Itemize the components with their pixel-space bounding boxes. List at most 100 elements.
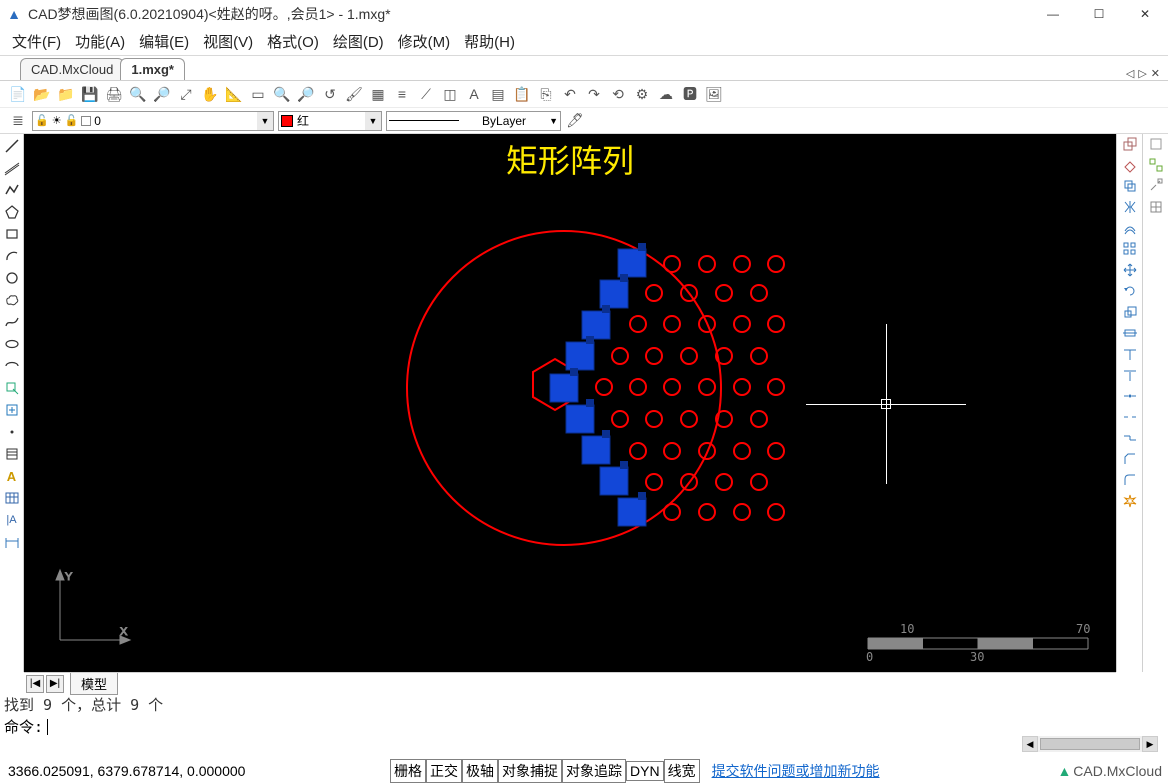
rectangle-tool-icon[interactable] bbox=[2, 224, 22, 244]
tab-active[interactable]: 1.mxg* bbox=[120, 58, 185, 80]
block-icon[interactable]: ◫ bbox=[440, 84, 460, 104]
insert-block-tool-icon[interactable] bbox=[2, 378, 22, 398]
toggle-ortho[interactable]: 正交 bbox=[426, 759, 462, 783]
cloud-icon[interactable]: ☁ bbox=[656, 84, 676, 104]
spline-tool-icon[interactable] bbox=[2, 312, 22, 332]
entity-info-icon[interactable] bbox=[1148, 136, 1164, 155]
xline-tool-icon[interactable] bbox=[2, 158, 22, 178]
layer-manager-icon[interactable]: ≣ bbox=[8, 111, 28, 131]
cloud-status[interactable]: ▲CAD.MxCloud bbox=[1057, 763, 1162, 779]
feedback-link[interactable]: 提交软件问题或增加新功能 bbox=[712, 761, 880, 781]
group-icon[interactable] bbox=[1148, 199, 1164, 218]
hatch-icon[interactable]: ▦ bbox=[368, 84, 388, 104]
dimension-tool-icon[interactable] bbox=[2, 532, 22, 552]
minimize-button[interactable]: — bbox=[1030, 0, 1076, 28]
open2-icon[interactable]: 📁 bbox=[56, 84, 76, 104]
tab-last-button[interactable]: ▶| bbox=[46, 675, 64, 693]
layers-icon[interactable]: ≡ bbox=[392, 84, 412, 104]
line-tool-icon[interactable] bbox=[2, 136, 22, 156]
point-tool-icon[interactable] bbox=[2, 422, 22, 442]
rotate-tool-icon[interactable] bbox=[1122, 283, 1138, 302]
tab-next-button[interactable]: ▷ bbox=[1136, 67, 1148, 80]
polygon-tool-icon[interactable] bbox=[2, 202, 22, 222]
maximize-button[interactable]: ☐ bbox=[1076, 0, 1122, 28]
break-point-tool-icon[interactable] bbox=[1122, 388, 1138, 407]
arc-tool-icon[interactable] bbox=[2, 246, 22, 266]
copy-icon[interactable]: ⎘ bbox=[536, 84, 556, 104]
print-icon[interactable]: 🖨 bbox=[104, 84, 124, 104]
menu-functions[interactable]: 功能(A) bbox=[75, 31, 125, 52]
stretch-tool-icon[interactable] bbox=[1122, 325, 1138, 344]
menu-format[interactable]: 格式(O) bbox=[267, 31, 319, 52]
scroll-thumb[interactable] bbox=[1040, 738, 1140, 750]
zoom-out-icon[interactable]: 🔎 bbox=[152, 84, 172, 104]
open-icon[interactable]: 📂 bbox=[32, 84, 52, 104]
hatch-tool-icon[interactable] bbox=[2, 444, 22, 464]
scale-tool-icon[interactable] bbox=[1122, 304, 1138, 323]
measure-icon[interactable]: 📐 bbox=[224, 84, 244, 104]
text-style-icon[interactable]: A bbox=[464, 84, 484, 104]
toggle-osnap[interactable]: 对象捕捉 bbox=[498, 759, 562, 783]
fillet-tool-icon[interactable] bbox=[1122, 472, 1138, 491]
circle-tool-icon[interactable] bbox=[2, 268, 22, 288]
revcloud-tool-icon[interactable] bbox=[2, 290, 22, 310]
chamfer-tool-icon[interactable] bbox=[1122, 451, 1138, 470]
move-tool-icon[interactable] bbox=[1122, 262, 1138, 281]
select-similar-icon[interactable] bbox=[1148, 157, 1164, 176]
zoom-prev-icon[interactable]: ⟲ bbox=[608, 84, 628, 104]
match-prop-icon[interactable] bbox=[1148, 178, 1164, 197]
join-tool-icon[interactable] bbox=[1122, 430, 1138, 449]
color-dropdown-icon[interactable]: ▼ bbox=[365, 112, 381, 130]
menu-file[interactable]: 文件(F) bbox=[12, 31, 61, 52]
text-tool-icon[interactable]: A bbox=[2, 466, 22, 486]
toggle-dyn[interactable]: DYN bbox=[626, 761, 664, 781]
menu-edit[interactable]: 编辑(E) bbox=[139, 31, 189, 52]
model-tab[interactable]: 模型 bbox=[70, 673, 118, 695]
save-icon[interactable]: 💾 bbox=[80, 84, 100, 104]
pan-icon[interactable]: ✋ bbox=[200, 84, 220, 104]
image-icon[interactable]: 🖼 bbox=[704, 84, 724, 104]
undo-icon[interactable]: ↶ bbox=[560, 84, 580, 104]
redo-icon[interactable]: ↷ bbox=[584, 84, 604, 104]
ellipse-arc-tool-icon[interactable] bbox=[2, 356, 22, 376]
paste-icon[interactable]: 📋 bbox=[512, 84, 532, 104]
mirror-tool-icon[interactable] bbox=[1122, 199, 1138, 218]
linetype-dropdown-icon[interactable]: ▼ bbox=[549, 116, 558, 126]
color-selector[interactable]: 红 ▼ bbox=[278, 111, 382, 131]
tab-cloud[interactable]: CAD.MxCloud bbox=[20, 58, 124, 80]
offset-tool-icon[interactable] bbox=[1122, 220, 1138, 239]
toggle-polar[interactable]: 极轴 bbox=[462, 759, 498, 783]
redraw-icon[interactable]: ↺ bbox=[320, 84, 340, 104]
erase-tool-icon[interactable] bbox=[1122, 157, 1138, 176]
toggle-otrack[interactable]: 对象追踪 bbox=[562, 759, 626, 783]
region-icon[interactable]: ▭ bbox=[248, 84, 268, 104]
polyline-tool-icon[interactable] bbox=[2, 180, 22, 200]
scroll-right-icon[interactable]: ▶ bbox=[1142, 736, 1158, 752]
mtext-tool-icon[interactable]: |A bbox=[2, 510, 22, 530]
copy-props-icon[interactable] bbox=[1122, 136, 1138, 155]
lineweight-icon[interactable]: 🖊 bbox=[565, 111, 585, 131]
toggle-lineweight[interactable]: 线宽 bbox=[664, 759, 700, 783]
menu-view[interactable]: 视图(V) bbox=[203, 31, 253, 52]
copy-tool-icon[interactable] bbox=[1122, 178, 1138, 197]
command-line[interactable]: 命令: bbox=[4, 716, 1032, 737]
break-tool-icon[interactable] bbox=[1122, 409, 1138, 428]
table-icon[interactable]: ▤ bbox=[488, 84, 508, 104]
array-tool-icon[interactable] bbox=[1122, 241, 1138, 260]
explode-tool-icon[interactable] bbox=[1122, 493, 1138, 512]
menu-modify[interactable]: 修改(M) bbox=[398, 31, 451, 52]
close-button[interactable]: ✕ bbox=[1122, 0, 1168, 28]
layer-selector[interactable]: 🔓☀🔓 0 ▼ bbox=[32, 111, 274, 131]
scroll-left-icon[interactable]: ◀ bbox=[1022, 736, 1038, 752]
zoom-in-icon[interactable]: 🔍 bbox=[128, 84, 148, 104]
new-icon[interactable]: 📄 bbox=[8, 84, 28, 104]
layer-dropdown-icon[interactable]: ▼ bbox=[257, 112, 273, 130]
horizontal-scrollbar[interactable]: ◀ ▶ bbox=[1022, 736, 1158, 752]
table-tool-icon[interactable] bbox=[2, 488, 22, 508]
ellipse-tool-icon[interactable] bbox=[2, 334, 22, 354]
tab-close-button[interactable]: ✕ bbox=[1149, 67, 1162, 80]
trim-tool-icon[interactable] bbox=[1122, 346, 1138, 365]
menu-help[interactable]: 帮助(H) bbox=[464, 31, 515, 52]
tab-first-button[interactable]: |◀ bbox=[26, 675, 44, 693]
linetype-icon[interactable]: ⟋ bbox=[416, 84, 436, 104]
